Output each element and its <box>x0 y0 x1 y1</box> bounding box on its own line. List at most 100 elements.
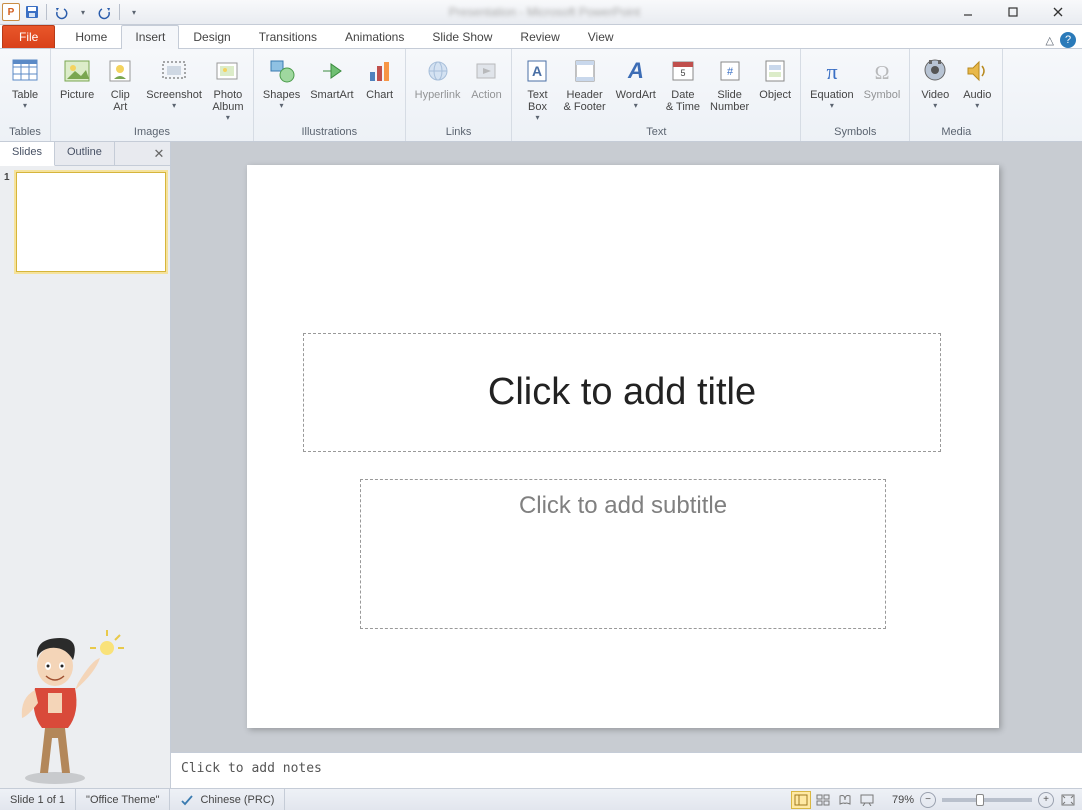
chevron-down-icon: ▾ <box>280 101 284 110</box>
symbol-button: Ω Symbol <box>859 51 906 102</box>
tab-home[interactable]: Home <box>61 25 121 48</box>
smartart-icon <box>316 55 348 87</box>
shapes-icon <box>266 55 298 87</box>
object-label: Object <box>759 89 791 101</box>
textbox-button[interactable]: A Text Box ▾ <box>516 51 558 123</box>
photoalbum-button[interactable]: Photo Album ▾ <box>207 51 249 123</box>
header-footer-button[interactable]: Header & Footer <box>558 51 610 114</box>
group-text: A Text Box ▾ Header & Footer A WordArt ▾… <box>512 49 801 141</box>
action-button: Action <box>465 51 507 102</box>
tab-design[interactable]: Design <box>179 25 244 48</box>
save-button[interactable] <box>22 2 42 22</box>
object-button[interactable]: Object <box>754 51 796 102</box>
zoom-out-button[interactable]: − <box>920 792 936 808</box>
equation-button[interactable]: π Equation ▾ <box>805 51 858 111</box>
fit-to-window-button[interactable] <box>1058 791 1078 809</box>
close-button[interactable] <box>1035 2 1080 22</box>
slide-thumbnail-1[interactable] <box>16 172 166 272</box>
subtitle-placeholder[interactable]: Click to add subtitle <box>360 479 886 629</box>
zoom-slider[interactable] <box>942 798 1032 802</box>
datetime-button[interactable]: 5 Date & Time <box>661 51 705 114</box>
chevron-down-icon: ▾ <box>81 8 85 17</box>
chevron-down-icon: ▾ <box>172 101 176 110</box>
editor-area: Click to add title Click to add subtitle… <box>171 142 1082 788</box>
photoalbum-icon <box>212 55 244 87</box>
group-label: Tables <box>4 124 46 141</box>
minimize-icon <box>963 7 973 17</box>
smartart-button[interactable]: SmartArt <box>305 51 358 102</box>
wordart-button[interactable]: A WordArt ▾ <box>611 51 661 111</box>
window-controls <box>945 2 1080 22</box>
slidenumber-icon: # <box>714 55 746 87</box>
sorter-view-button[interactable] <box>813 791 833 809</box>
tab-view[interactable]: View <box>574 25 628 48</box>
zoom-in-button[interactable]: + <box>1038 792 1054 808</box>
chevron-down-icon: ▾ <box>23 101 27 110</box>
screenshot-label: Screenshot <box>146 89 202 101</box>
ribbon-minimize[interactable]: △ <box>1046 34 1054 47</box>
title-placeholder[interactable]: Click to add title <box>303 333 941 452</box>
tab-review[interactable]: Review <box>506 25 573 48</box>
tab-animations[interactable]: Animations <box>331 25 418 48</box>
panel-close[interactable]: ✕ <box>148 142 170 165</box>
screenshot-button[interactable]: Screenshot ▾ <box>141 51 207 111</box>
notes-pane[interactable]: Click to add notes <box>171 752 1082 788</box>
audio-button[interactable]: Audio ▾ <box>956 51 998 111</box>
status-theme[interactable]: "Office Theme" <box>76 789 170 810</box>
picture-label: Picture <box>60 89 94 101</box>
photoalbum-label: Photo Album <box>212 89 243 113</box>
chevron-down-icon: ▾ <box>933 101 937 110</box>
zoom-slider-thumb[interactable] <box>976 794 984 806</box>
video-button[interactable]: Video ▾ <box>914 51 956 111</box>
group-label: Illustrations <box>258 124 401 141</box>
panel-tab-slides[interactable]: Slides <box>0 142 55 166</box>
chevron-down-icon: ▾ <box>535 113 539 122</box>
slidenumber-button[interactable]: # Slide Number <box>705 51 754 114</box>
status-language[interactable]: Chinese (PRC) <box>170 789 285 810</box>
shapes-button[interactable]: Shapes ▾ <box>258 51 305 111</box>
chevron-down-icon: ▾ <box>634 101 638 110</box>
panel-tab-outline[interactable]: Outline <box>55 142 115 165</box>
picture-icon <box>61 55 93 87</box>
redo-button[interactable] <box>95 2 115 22</box>
tab-file[interactable]: File <box>2 25 55 48</box>
hyperlink-label: Hyperlink <box>415 89 461 101</box>
wordart-icon: A <box>620 55 652 87</box>
clipart-button[interactable]: Clip Art <box>99 51 141 114</box>
textbox-label: Text Box <box>527 89 547 113</box>
tab-slideshow[interactable]: Slide Show <box>418 25 506 48</box>
audio-label: Audio <box>963 89 991 101</box>
slide-1[interactable]: Click to add title Click to add subtitle <box>247 165 999 728</box>
window-title: Presentation - Microsoft PowerPoint <box>144 5 945 19</box>
header-footer-icon <box>569 55 601 87</box>
minimize-button[interactable] <box>945 2 990 22</box>
undo-button[interactable] <box>51 2 71 22</box>
table-button[interactable]: Table ▾ <box>4 51 46 111</box>
normal-view-button[interactable] <box>791 791 811 809</box>
reading-view-button[interactable] <box>835 791 855 809</box>
zoom-value[interactable]: 79% <box>886 794 920 806</box>
slideshow-view-button[interactable] <box>857 791 877 809</box>
equation-label: Equation <box>810 89 853 101</box>
ribbon-tabs: File Home Insert Design Transitions Anim… <box>0 25 1082 49</box>
chart-button[interactable]: Chart <box>359 51 401 102</box>
status-bar: Slide 1 of 1 "Office Theme" Chinese (PRC… <box>0 788 1082 810</box>
object-icon <box>759 55 791 87</box>
undo-dropdown[interactable]: ▾ <box>73 2 93 22</box>
header-footer-label: Header & Footer <box>563 89 605 113</box>
quick-access-toolbar: ▾ ▾ <box>22 2 144 22</box>
status-slide-info[interactable]: Slide 1 of 1 <box>0 789 76 810</box>
maximize-button[interactable] <box>990 2 1035 22</box>
clipart-icon <box>104 55 136 87</box>
qat-customize[interactable]: ▾ <box>124 2 144 22</box>
spellcheck-icon <box>180 793 194 807</box>
svg-text:#: # <box>727 66 734 78</box>
slide-canvas[interactable]: Click to add title Click to add subtitle <box>171 142 1082 752</box>
help-button[interactable]: ? <box>1060 32 1076 48</box>
tab-insert[interactable]: Insert <box>121 25 179 48</box>
chart-icon <box>364 55 396 87</box>
picture-button[interactable]: Picture <box>55 51 99 102</box>
table-label: Table <box>12 89 38 101</box>
tab-transitions[interactable]: Transitions <box>245 25 331 48</box>
qat-separator <box>119 4 120 20</box>
